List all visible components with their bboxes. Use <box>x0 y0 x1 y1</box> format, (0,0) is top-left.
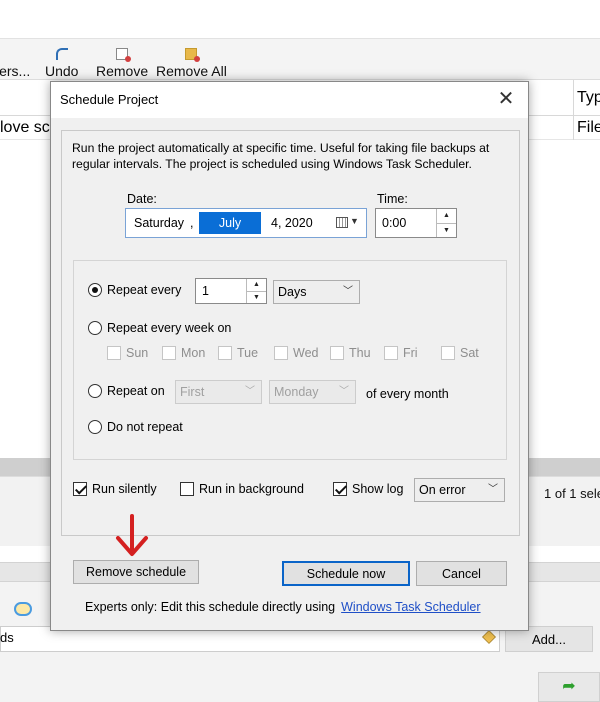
chevron-down-icon: ﹀ <box>343 286 353 297</box>
date-label: Date: <box>127 192 157 206</box>
remove-schedule-button[interactable]: Remove schedule <box>73 560 199 584</box>
date-weekday: Saturday <box>134 216 185 230</box>
day-checkbox-sat[interactable]: Sat <box>441 346 479 360</box>
log-mode-value: On error <box>419 483 466 497</box>
every-month-label: of every month <box>366 387 449 401</box>
ordinal-select[interactable]: First ﹀ <box>175 380 262 404</box>
toolbar-partial-button[interactable]: lers... <box>0 41 30 79</box>
experts-text: Experts only: Edit this schedule directl… <box>85 600 336 614</box>
time-down-icon[interactable]: ▼ <box>436 222 456 237</box>
column-header-type[interactable]: Typ <box>573 80 600 116</box>
repeat-interval-spinner[interactable]: 1 ▲ ▼ <box>195 278 267 304</box>
run-background-label: Run in background <box>199 482 304 496</box>
day-checkbox-sun[interactable]: Sun <box>107 346 148 360</box>
schedule-now-button[interactable]: Schedule now <box>282 561 410 586</box>
experts-note: Experts only: Edit this schedule directl… <box>85 600 481 614</box>
date-month[interactable]: July <box>199 212 261 234</box>
list-cell-type: File <box>573 116 600 140</box>
repeat-on-label: Repeat on <box>107 384 165 398</box>
remove-button[interactable]: Remove <box>96 41 148 79</box>
radio-indicator <box>88 321 102 335</box>
run-silently-label: Run silently <box>92 482 157 496</box>
no-repeat-label: Do not repeat <box>107 420 183 434</box>
task-scheduler-link[interactable]: Windows Task Scheduler <box>341 600 480 614</box>
day-checkbox-wed[interactable]: Wed <box>274 346 318 360</box>
ordinal-value: First <box>180 385 205 399</box>
date-picker[interactable]: Saturday , July 4, 2020 ▼ <box>125 208 367 238</box>
day-checkbox-thu[interactable]: Thu <box>330 346 371 360</box>
weekday-value: Monday <box>274 385 319 399</box>
date-separator: , <box>190 216 194 230</box>
toolbar-partial-label: lers... <box>0 63 31 79</box>
repeat-week-radio[interactable]: Repeat every week on <box>88 321 231 335</box>
repeat-week-label: Repeat every week on <box>107 321 232 335</box>
dialog-description: Run the project automatically at specifi… <box>72 141 490 171</box>
radio-indicator <box>88 420 102 434</box>
interval-down-icon[interactable]: ▼ <box>246 290 266 303</box>
remove-document-icon <box>116 48 132 62</box>
day-label-tue: Tue <box>237 346 259 360</box>
repeat-every-label: Repeat every <box>107 283 182 297</box>
close-icon[interactable]: ✕ <box>496 88 516 110</box>
toolbar: lers... Undo Remove Remove All <box>0 38 600 80</box>
repeat-every-radio[interactable]: Repeat every <box>88 283 181 297</box>
radio-indicator <box>88 384 102 398</box>
day-checkbox-fri[interactable]: Fri <box>384 346 418 360</box>
forward-arrow-icon: ➦ <box>562 678 576 695</box>
radio-indicator <box>88 283 102 297</box>
remove-all-folder-icon <box>185 48 201 62</box>
interval-up-icon[interactable]: ▲ <box>246 279 266 291</box>
day-label-thu: Thu <box>349 346 371 360</box>
day-label-sun: Sun <box>126 346 149 360</box>
remove-all-label: Remove All <box>156 63 227 79</box>
weekday-select[interactable]: Monday ﹀ <box>269 380 356 404</box>
log-mode-select[interactable]: On error ﹀ <box>414 478 505 502</box>
run-background-checkbox[interactable]: Run in background <box>180 482 304 496</box>
comment-icon[interactable] <box>14 602 32 616</box>
undo-label: Undo <box>45 63 79 79</box>
undo-icon <box>55 48 68 60</box>
red-arrow-annotation <box>116 514 148 556</box>
dialog-titlebar: Schedule Project ✕ <box>51 82 528 118</box>
run-silently-checkbox[interactable]: Run silently <box>73 482 157 496</box>
bottom-action-button[interactable]: ➦ <box>538 672 600 702</box>
time-value: 0:00 <box>382 216 407 230</box>
time-spinner[interactable]: 0:00 ▲ ▼ <box>375 208 457 238</box>
remove-all-button[interactable]: Remove All <box>156 41 227 79</box>
comment-field-text: ds <box>0 630 14 645</box>
undo-button[interactable]: Undo <box>45 41 78 79</box>
time-label: Time: <box>377 192 408 206</box>
day-label-fri: Fri <box>403 346 418 360</box>
list-cell-name: love sc <box>0 119 50 136</box>
date-day-year: 4, 2020 <box>271 216 313 230</box>
calendar-icon[interactable] <box>336 217 348 228</box>
app-titlebar <box>0 0 600 38</box>
day-checkbox-tue[interactable]: Tue <box>218 346 258 360</box>
cancel-button[interactable]: Cancel <box>416 561 507 586</box>
repeat-unit-select[interactable]: Days ﹀ <box>273 280 360 304</box>
day-label-sat: Sat <box>460 346 479 360</box>
repeat-on-radio[interactable]: Repeat on <box>88 384 165 398</box>
chevron-down-icon: ﹀ <box>339 386 349 397</box>
selection-count: 1 of 1 sele <box>544 486 600 501</box>
day-label-wed: Wed <box>293 346 319 360</box>
day-checkbox-mon[interactable]: Mon <box>162 346 205 360</box>
dialog-title: Schedule Project <box>60 92 159 107</box>
chevron-down-icon: ﹀ <box>245 386 255 397</box>
no-repeat-radio[interactable]: Do not repeat <box>88 420 183 434</box>
day-label-mon: Mon <box>181 346 206 360</box>
chevron-down-icon: ﹀ <box>488 484 498 495</box>
show-log-label: Show log <box>352 482 404 496</box>
repeat-unit-value: Days <box>278 285 307 299</box>
repeat-interval-value: 1 <box>202 284 209 298</box>
chevron-down-icon[interactable]: ▼ <box>350 216 359 226</box>
time-up-icon[interactable]: ▲ <box>436 209 456 223</box>
show-log-checkbox[interactable]: Show log <box>333 482 403 496</box>
remove-label: Remove <box>96 63 149 79</box>
